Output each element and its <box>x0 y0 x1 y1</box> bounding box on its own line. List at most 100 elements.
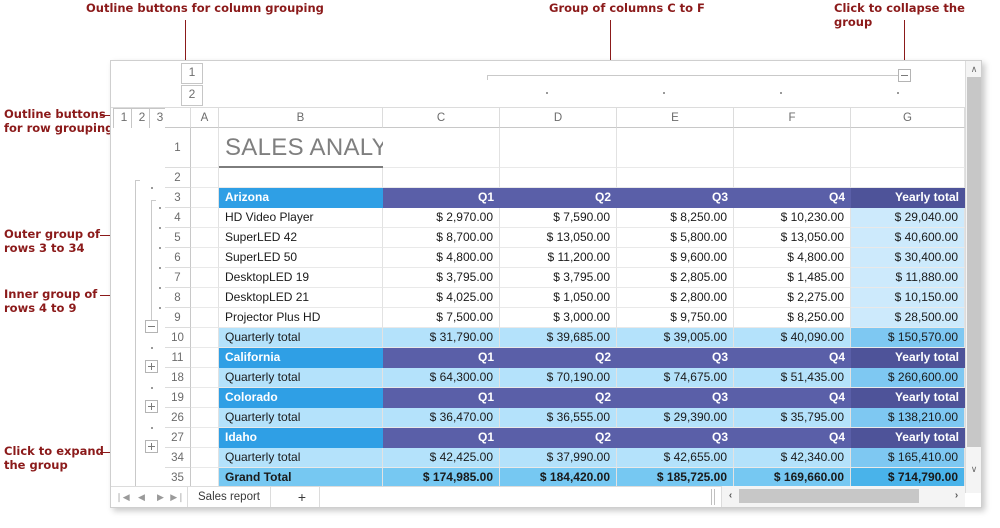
cell-C4[interactable]: $ 2,970.00 <box>383 208 500 228</box>
cell-A26[interactable] <box>191 408 219 428</box>
cell-F8[interactable]: $ 2,275.00 <box>734 288 851 308</box>
cell-C8[interactable]: $ 4,025.00 <box>383 288 500 308</box>
cell-B19[interactable]: Colorado <box>219 388 383 408</box>
cell-G35[interactable]: $ 714,790.00 <box>851 468 965 488</box>
cell-F34[interactable]: $ 42,340.00 <box>734 448 851 468</box>
cell-F5[interactable]: $ 13,050.00 <box>734 228 851 248</box>
cell-D6[interactable]: $ 11,200.00 <box>500 248 617 268</box>
vertical-scrollbar-thumb[interactable] <box>967 77 981 447</box>
cell-D11[interactable]: Q2 <box>500 348 617 368</box>
cell-D10[interactable]: $ 39,685.00 <box>500 328 617 348</box>
cell-G10[interactable]: $ 150,570.00 <box>851 328 965 348</box>
row-header-1[interactable]: 1 <box>165 128 191 168</box>
cell-G4[interactable]: $ 29,040.00 <box>851 208 965 228</box>
row-header-7[interactable]: 7 <box>165 268 191 288</box>
row-header-35[interactable]: 35 <box>165 468 191 488</box>
cell-B9[interactable]: Projector Plus HD <box>219 308 383 328</box>
cell-D7[interactable]: $ 3,795.00 <box>500 268 617 288</box>
sheet-tab-sales-report[interactable]: Sales report <box>187 487 272 507</box>
cell-F35[interactable]: $ 169,660.00 <box>734 468 851 488</box>
cell-F19[interactable]: Q4 <box>734 388 851 408</box>
next-sheet-icon[interactable]: ▶ <box>152 490 169 505</box>
row-group-expand-button-california[interactable] <box>145 360 158 373</box>
cell-A34[interactable] <box>191 448 219 468</box>
cell-G8[interactable]: $ 10,150.00 <box>851 288 965 308</box>
cell-G11[interactable]: Yearly total <box>851 348 965 368</box>
cell-F10[interactable]: $ 40,090.00 <box>734 328 851 348</box>
cell-C9[interactable]: $ 7,500.00 <box>383 308 500 328</box>
cell-B18[interactable]: Quarterly total <box>219 368 383 388</box>
cell-E8[interactable]: $ 2,800.00 <box>617 288 734 308</box>
cell-B10[interactable]: Quarterly total <box>219 328 383 348</box>
cell-G27[interactable]: Yearly total <box>851 428 965 448</box>
cell-A10[interactable] <box>191 328 219 348</box>
cell-B1[interactable]: SALES ANALYSIS <box>219 128 383 168</box>
cell-C3[interactable]: Q1 <box>383 188 500 208</box>
row-header-26[interactable]: 26 <box>165 408 191 428</box>
first-sheet-icon[interactable]: ❘◀ <box>114 490 131 505</box>
cell-F4[interactable]: $ 10,230.00 <box>734 208 851 228</box>
cell-B5[interactable]: SuperLED 42 <box>219 228 383 248</box>
cell-E4[interactable]: $ 8,250.00 <box>617 208 734 228</box>
cell-F26[interactable]: $ 35,795.00 <box>734 408 851 428</box>
cell-D34[interactable]: $ 37,990.00 <box>500 448 617 468</box>
cell-D9[interactable]: $ 3,000.00 <box>500 308 617 328</box>
cell-G2[interactable] <box>851 168 965 188</box>
cell-D27[interactable]: Q2 <box>500 428 617 448</box>
scroll-right-icon[interactable]: › <box>949 489 964 503</box>
cell-A27[interactable] <box>191 428 219 448</box>
vertical-scrollbar[interactable]: ∧ ∨ <box>965 61 981 493</box>
cell-F27[interactable]: Q4 <box>734 428 851 448</box>
row-header-27[interactable]: 27 <box>165 428 191 448</box>
column-header-F[interactable]: F <box>734 108 851 128</box>
cell-A7[interactable] <box>191 268 219 288</box>
cell-D2[interactable] <box>500 168 617 188</box>
row-header-9[interactable]: 9 <box>165 308 191 328</box>
cell-B11[interactable]: California <box>219 348 383 368</box>
tab-splitter-handle[interactable] <box>709 489 717 505</box>
scroll-up-icon[interactable]: ∧ <box>966 61 981 77</box>
horizontal-scrollbar[interactable]: ‹ › <box>721 486 965 507</box>
add-sheet-button[interactable]: + <box>285 487 320 507</box>
cell-B27[interactable]: Idaho <box>219 428 383 448</box>
cell-E18[interactable]: $ 74,675.00 <box>617 368 734 388</box>
horizontal-scrollbar-thumb[interactable] <box>739 489 919 503</box>
cell-E26[interactable]: $ 29,390.00 <box>617 408 734 428</box>
cell-G19[interactable]: Yearly total <box>851 388 965 408</box>
cell-E19[interactable]: Q3 <box>617 388 734 408</box>
cell-F7[interactable]: $ 1,485.00 <box>734 268 851 288</box>
cell-C7[interactable]: $ 3,795.00 <box>383 268 500 288</box>
cell-A5[interactable] <box>191 228 219 248</box>
column-header-B[interactable]: B <box>219 108 383 128</box>
cell-D4[interactable]: $ 7,590.00 <box>500 208 617 228</box>
cell-B34[interactable]: Quarterly total <box>219 448 383 468</box>
cell-A11[interactable] <box>191 348 219 368</box>
cell-E2[interactable] <box>617 168 734 188</box>
cell-B7[interactable]: DesktopLED 19 <box>219 268 383 288</box>
row-header-2[interactable]: 2 <box>165 168 191 188</box>
row-header-19[interactable]: 19 <box>165 388 191 408</box>
cell-E7[interactable]: $ 2,805.00 <box>617 268 734 288</box>
cell-B4[interactable]: HD Video Player <box>219 208 383 228</box>
cell-C35[interactable]: $ 174,985.00 <box>383 468 500 488</box>
scroll-down-icon[interactable]: ∨ <box>966 461 981 477</box>
cell-G1[interactable] <box>851 128 965 168</box>
cell-C19[interactable]: Q1 <box>383 388 500 408</box>
cell-G3[interactable]: Yearly total <box>851 188 965 208</box>
cell-B6[interactable]: SuperLED 50 <box>219 248 383 268</box>
cell-E3[interactable]: Q3 <box>617 188 734 208</box>
cell-F6[interactable]: $ 4,800.00 <box>734 248 851 268</box>
column-header-C[interactable]: C <box>383 108 500 128</box>
cell-E27[interactable]: Q3 <box>617 428 734 448</box>
cell-G34[interactable]: $ 165,410.00 <box>851 448 965 468</box>
row-inner-group-collapse-button[interactable] <box>145 320 158 333</box>
cell-G7[interactable]: $ 11,880.00 <box>851 268 965 288</box>
cell-G6[interactable]: $ 30,400.00 <box>851 248 965 268</box>
cell-D5[interactable]: $ 13,050.00 <box>500 228 617 248</box>
cell-A3[interactable] <box>191 188 219 208</box>
cell-A9[interactable] <box>191 308 219 328</box>
cell-D3[interactable]: Q2 <box>500 188 617 208</box>
cell-E9[interactable]: $ 9,750.00 <box>617 308 734 328</box>
row-header-18[interactable]: 18 <box>165 368 191 388</box>
column-group-collapse-button[interactable] <box>898 69 911 82</box>
